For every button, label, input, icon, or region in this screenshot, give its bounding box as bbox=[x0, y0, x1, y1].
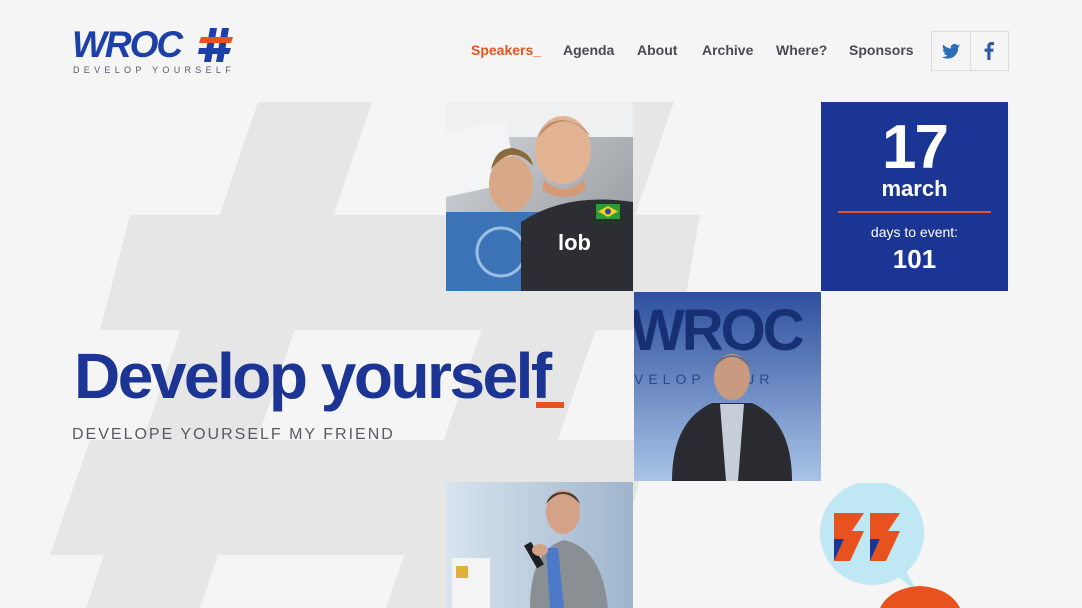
event-day: 17 bbox=[882, 113, 949, 182]
facebook-link[interactable] bbox=[969, 32, 1009, 70]
event-month: march bbox=[881, 176, 948, 201]
date-divider bbox=[838, 211, 991, 213]
nav-item-where[interactable]: Where? bbox=[776, 42, 827, 58]
speaker-photo-3 bbox=[446, 482, 633, 608]
twitter-icon bbox=[941, 43, 960, 59]
twitter-link[interactable] bbox=[932, 32, 970, 70]
quote-bubble-icon bbox=[820, 483, 960, 608]
logo-tagline: DEVELOP YOURSELF bbox=[73, 65, 236, 75]
logo[interactable]: WROC DEVELOP YOURSELF bbox=[72, 26, 242, 76]
nav-item-archive[interactable]: Archive bbox=[702, 42, 753, 58]
nav-item-sponsors[interactable]: Sponsors bbox=[849, 42, 914, 58]
speaker-photo-2: WROC VELOP YOUR bbox=[634, 292, 821, 481]
hero-title: Develop yourself bbox=[74, 340, 552, 412]
logo-hash-icon bbox=[198, 28, 233, 62]
social-links bbox=[931, 31, 1009, 71]
svg-text:lob: lob bbox=[558, 230, 591, 255]
nav-item-speakers[interactable]: Speakers_ bbox=[471, 42, 541, 58]
hero-cursor bbox=[536, 402, 564, 408]
nav-item-about[interactable]: About bbox=[637, 42, 677, 58]
hero-subtitle: DEVELOPE YOURSELF MY FRIEND bbox=[72, 426, 395, 443]
countdown-label: days to event: bbox=[870, 224, 959, 240]
facebook-icon bbox=[984, 42, 995, 60]
logo-wordmark: WROC bbox=[72, 24, 183, 65]
backdrop-tagline: VELOP YOUR bbox=[634, 371, 775, 387]
countdown-value: 101 bbox=[892, 244, 937, 274]
nav-item-agenda[interactable]: Agenda bbox=[563, 42, 614, 58]
speakers-photo-1: lob bbox=[446, 102, 633, 291]
backdrop-wordmark: WROC bbox=[634, 298, 804, 363]
event-date-card: 17 march days to event: 101 bbox=[821, 102, 1008, 291]
